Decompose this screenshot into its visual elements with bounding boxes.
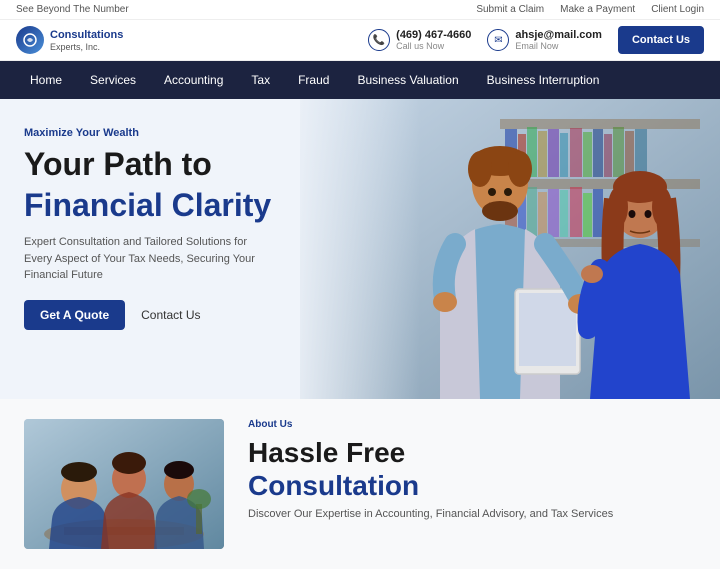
phone-icon: 📞 (368, 29, 390, 51)
email-contact: ✉ ahsje@mail.com Email Now (487, 29, 602, 51)
nav-services[interactable]: Services (76, 61, 150, 99)
nav-home[interactable]: Home (16, 61, 76, 99)
hero-title-line1: Your Path to (24, 145, 336, 183)
logo[interactable]: Consultations Experts, Inc. (16, 26, 123, 54)
bottom-illustration (24, 419, 224, 549)
tagline: See Beyond The Number (16, 4, 129, 15)
bottom-image (24, 419, 224, 549)
hero-buttons: Get A Quote Contact Us (24, 300, 336, 330)
hero-title-line2: Financial Clarity (24, 187, 336, 224)
phone-contact: 📞 (469) 467-4660 Call us Now (368, 29, 471, 51)
about-tag: About Us (248, 419, 696, 430)
email-icon: ✉ (487, 29, 509, 51)
phone-info: (469) 467-4660 Call us Now (396, 29, 471, 51)
bottom-content: About Us Hassle Free Consultation Discov… (248, 419, 696, 520)
bottom-section: About Us Hassle Free Consultation Discov… (0, 399, 720, 569)
client-login-link[interactable]: Client Login (651, 4, 704, 15)
main-nav: Home Services Accounting Tax Fraud Busin… (0, 61, 720, 99)
email-info: ahsje@mail.com Email Now (515, 29, 602, 51)
top-bar: See Beyond The Number Submit a Claim Mak… (0, 0, 720, 20)
logo-text: Consultations Experts, Inc. (50, 28, 123, 52)
submit-claim-link[interactable]: Submit a Claim (476, 4, 544, 15)
top-bar-links: Submit a Claim Make a Payment Client Log… (476, 4, 704, 15)
hero-content: Maximize Your Wealth Your Path to Financ… (0, 99, 360, 399)
nav-tax[interactable]: Tax (237, 61, 284, 99)
get-quote-button[interactable]: Get A Quote (24, 300, 125, 330)
header: Consultations Experts, Inc. 📞 (469) 467-… (0, 20, 720, 61)
about-description: Discover Our Expertise in Accounting, Fi… (248, 508, 696, 520)
contact-us-link[interactable]: Contact Us (141, 308, 200, 322)
hero-section: Maximize Your Wealth Your Path to Financ… (0, 99, 720, 399)
nav-fraud[interactable]: Fraud (284, 61, 343, 99)
nav-accounting[interactable]: Accounting (150, 61, 237, 99)
nav-business-interruption[interactable]: Business Interruption (473, 61, 614, 99)
make-payment-link[interactable]: Make a Payment (560, 4, 635, 15)
about-title: Hassle Free Consultation (248, 436, 696, 502)
hero-description: Expert Consultation and Tailored Solutio… (24, 234, 264, 284)
logo-icon (16, 26, 44, 54)
header-contact-button[interactable]: Contact Us (618, 26, 704, 54)
header-contacts: 📞 (469) 467-4660 Call us Now ✉ ahsje@mai… (368, 26, 704, 54)
nav-business-valuation[interactable]: Business Valuation (343, 61, 472, 99)
hero-tag: Maximize Your Wealth (24, 127, 336, 139)
